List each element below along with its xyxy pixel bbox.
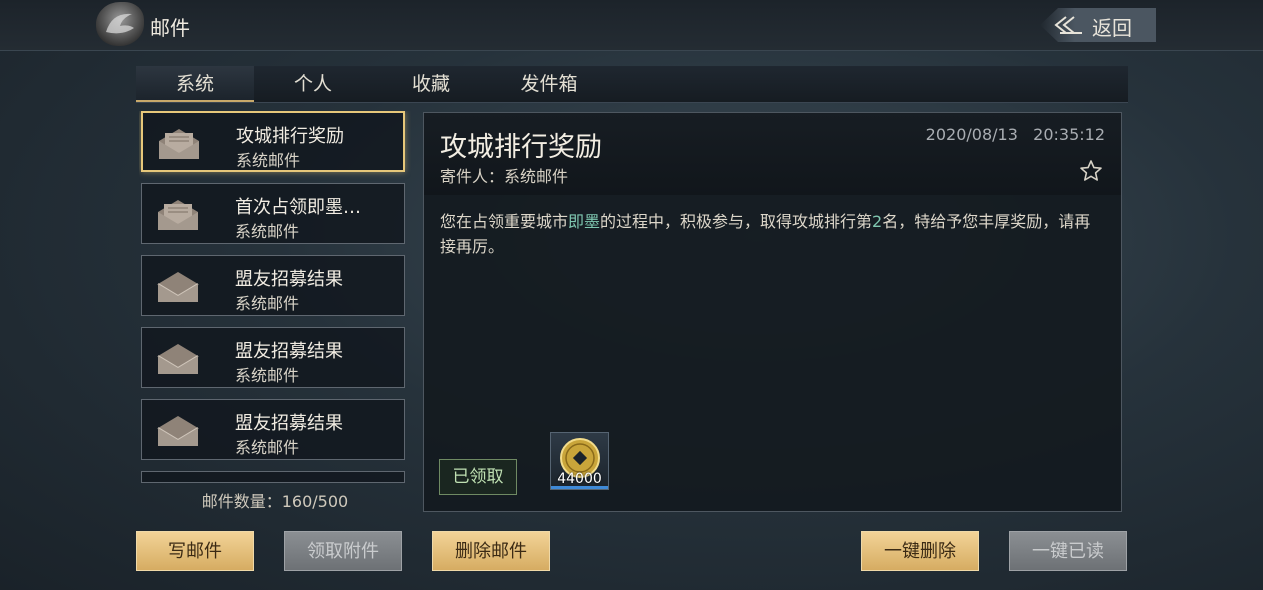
tab-system[interactable]: 系统 [136,66,254,102]
claim-attachment-button[interactable]: 领取附件 [284,531,402,571]
mail-list-item[interactable]: 盟友招募结果 系统邮件 [141,255,405,316]
mail-subject: 攻城排行奖励 [236,126,344,147]
delete-mail-button[interactable]: 删除邮件 [432,531,550,571]
mail-sender: 系统邮件 [235,294,300,313]
favorite-star-icon[interactable] [1079,159,1103,183]
mail-list-item[interactable]: 攻城排行奖励 系统邮件 [141,111,405,172]
mail-tabs: 系统 个人 收藏 发件箱 [136,66,1128,103]
page-title: 邮件 [150,16,190,40]
back-button[interactable]: 返回 [1040,8,1156,42]
envelope-open-icon [157,272,199,302]
envelope-unread-icon [159,129,199,159]
mail-subject: 盟友招募结果 [235,413,343,434]
mail-sender: 系统邮件 [235,366,300,385]
mail-list-item[interactable]: 盟友招募结果 系统邮件 [141,327,405,388]
claimed-badge: 已领取 [439,459,517,495]
mail-list-item[interactable]: 盟友招募结果 系统邮件 [141,399,405,460]
reward-quantity: 44000 [557,471,602,487]
mail-detail-header: 攻城排行奖励 寄件人：系统邮件 2020/08/13 20:35:12 [424,113,1121,195]
mail-subject: 盟友招募结果 [235,341,343,362]
envelope-unread-icon [158,200,198,230]
mail-count: 邮件数量：160/500 [201,492,349,511]
body-rank: 2 [872,212,883,231]
detail-body: 您在占领重要城市即墨的过程中，积极参与，取得攻城排行第2名，特给予您丰厚奖励，请… [440,209,1100,259]
mail-sender: 系统邮件 [235,438,300,457]
mail-sender: 系统邮件 [235,222,300,241]
envelope-open-icon [157,344,199,374]
mail-list-item-partial[interactable] [141,471,405,483]
top-bar: 邮件 返回 [0,0,1263,51]
tab-outbox[interactable]: 发件箱 [490,66,608,102]
reward-rarity-bar [551,486,608,489]
mail-subject: 首次占领即墨… [235,197,361,218]
detail-date: 2020/08/13 [925,125,1018,144]
back-arrow-icon [1054,16,1082,34]
tab-personal[interactable]: 个人 [254,66,372,102]
back-label: 返回 [1092,16,1132,40]
body-text: 您在占领重要城市 [440,212,569,231]
tab-favorites[interactable]: 收藏 [372,66,490,102]
detail-time: 20:35:12 [1033,125,1105,144]
reward-item[interactable]: 44000 [550,432,609,490]
mail-list[interactable]: 攻城排行奖励 系统邮件 首次占领即墨… 系统邮件 盟友招募结果 系统邮件 盟友招… [139,111,411,483]
envelope-open-icon [157,416,199,446]
mail-detail-panel: 攻城排行奖励 寄件人：系统邮件 2020/08/13 20:35:12 您在占领… [423,112,1122,512]
detail-subject: 攻城排行奖励 [440,132,602,163]
body-city: 即墨 [568,212,601,231]
detail-datetime: 2020/08/13 20:35:12 [926,125,1105,144]
mail-emblem-icon [96,2,144,46]
mail-subject: 盟友招募结果 [235,269,343,290]
body-text: 的过程中，积极参与，取得攻城排行第 [600,212,873,231]
delete-all-button[interactable]: 一键删除 [861,531,979,571]
mark-all-read-button[interactable]: 一键已读 [1009,531,1127,571]
mail-sender: 系统邮件 [236,151,301,170]
detail-sender: 寄件人：系统邮件 [440,167,569,186]
write-mail-button[interactable]: 写邮件 [136,531,254,571]
mail-list-item[interactable]: 首次占领即墨… 系统邮件 [141,183,405,244]
